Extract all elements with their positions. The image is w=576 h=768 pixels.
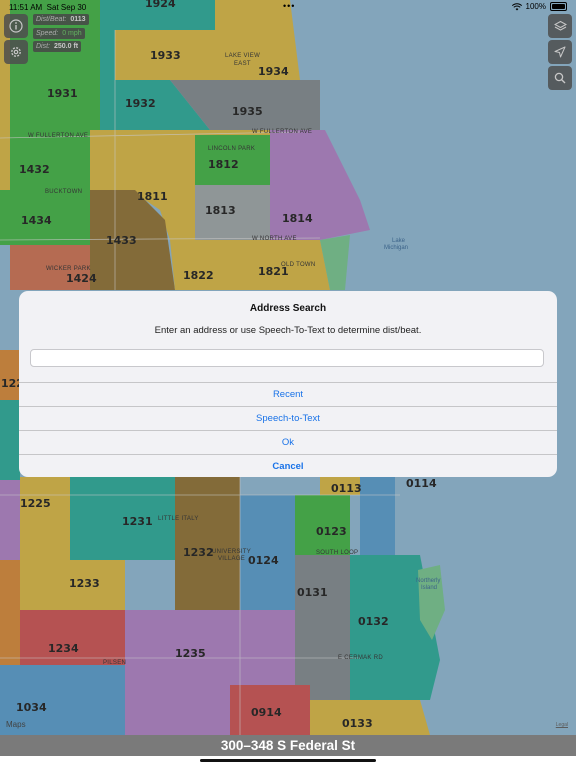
home-indicator[interactable] bbox=[200, 759, 376, 762]
dialog-title: Address Search bbox=[249, 303, 327, 314]
dialog-message: Enter an address or use Speech-To-Text t… bbox=[154, 325, 422, 336]
speech-to-text-button[interactable]: Speech-to-Text bbox=[19, 406, 557, 431]
cancel-button[interactable]: Cancel bbox=[19, 454, 557, 477]
current-address-bar: 300–348 S Federal St bbox=[0, 735, 576, 756]
home-strip bbox=[0, 756, 576, 768]
address-search-dialog: Address Search Enter an address or use S… bbox=[19, 291, 557, 477]
recent-button[interactable]: Recent bbox=[19, 382, 557, 407]
address-input[interactable] bbox=[30, 349, 544, 367]
ok-button[interactable]: Ok bbox=[19, 430, 557, 455]
